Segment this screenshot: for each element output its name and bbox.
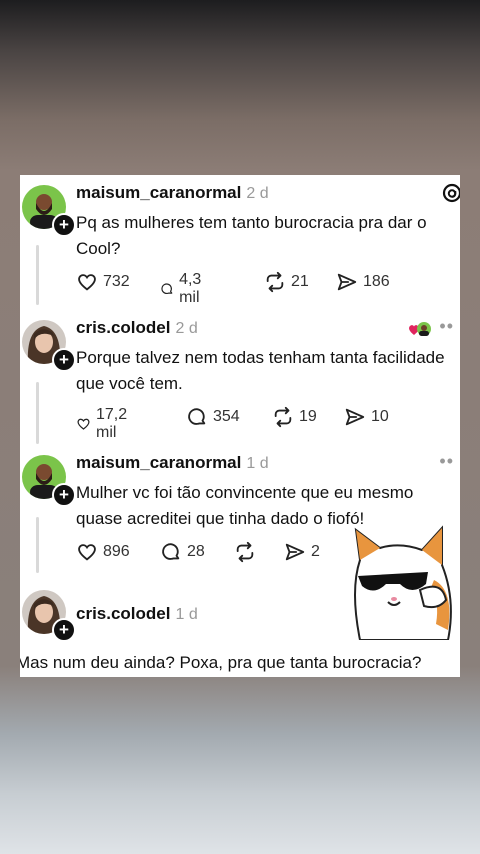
- repost-button[interactable]: [234, 541, 256, 563]
- threads-screenshot-card: + maisum_caranormal 2 d Pq as mulheres te…: [20, 175, 460, 677]
- share-count: 186: [363, 273, 390, 290]
- share-button[interactable]: 10: [344, 406, 389, 428]
- repost-icon: [266, 271, 284, 293]
- follow-plus-icon[interactable]: +: [52, 483, 76, 507]
- share-button[interactable]: 2: [284, 541, 320, 563]
- share-icon: [345, 408, 365, 426]
- post-text: Porque talvez nem todas tenham tanta fac…: [76, 348, 445, 393]
- comment-count: 354: [213, 408, 240, 425]
- avatar-maisum[interactable]: +: [22, 185, 76, 237]
- repost-count: 19: [299, 408, 317, 425]
- username-text[interactable]: maisum_caranormal: [76, 453, 241, 472]
- share-count: 10: [371, 408, 389, 425]
- heart-icon: [77, 418, 90, 430]
- post-time: 2 d: [175, 320, 198, 337]
- share-count: 2: [311, 543, 320, 560]
- like-button[interactable]: 17,2 mil: [76, 406, 134, 442]
- more-icon[interactable]: ••: [439, 451, 454, 472]
- thread-line: [36, 382, 39, 444]
- share-icon: [337, 273, 357, 291]
- repost-icon: [274, 406, 292, 428]
- comment-icon: [162, 543, 180, 560]
- repost-count: 21: [291, 273, 309, 290]
- comment-button[interactable]: 4,3 mil: [160, 271, 209, 307]
- comment-button[interactable]: 354: [186, 406, 240, 428]
- heart-icon: [78, 274, 96, 291]
- post-text: Pq as mulheres tem tanto burocracia pra …: [76, 213, 427, 258]
- post-time: 1 d: [246, 455, 269, 472]
- username-text[interactable]: cris.colodel: [76, 318, 170, 337]
- username-text[interactable]: cris.colodel: [76, 604, 170, 623]
- heart-icon: [78, 544, 96, 561]
- follow-plus-icon[interactable]: +: [52, 618, 76, 642]
- like-button[interactable]: 732: [76, 271, 130, 293]
- repost-icon: [236, 541, 254, 563]
- share-button[interactable]: 186: [336, 271, 390, 293]
- post-time: 1 d: [175, 606, 198, 623]
- sunglasses-cat-sticker: [354, 525, 452, 640]
- post-username[interactable]: cris.colodel 1 d: [76, 604, 198, 624]
- like-count: 732: [103, 273, 130, 290]
- post-text: Mas num deu ainda? Poxa, pra que tanta b…: [20, 653, 422, 672]
- post-time: 2 d: [246, 185, 269, 202]
- follow-plus-icon[interactable]: +: [52, 213, 76, 237]
- comment-icon: [161, 283, 173, 294]
- more-icon[interactable]: ••: [439, 316, 454, 337]
- threads-logo-icon[interactable]: [442, 183, 460, 203]
- comment-button[interactable]: 28: [160, 541, 205, 563]
- username-text[interactable]: maisum_caranormal: [76, 183, 241, 202]
- post-username[interactable]: maisum_caranormal 1 d: [76, 453, 269, 473]
- share-icon: [285, 543, 305, 561]
- like-count: 896: [103, 543, 130, 560]
- repost-button[interactable]: 19: [272, 406, 317, 428]
- post-username[interactable]: maisum_caranormal 2 d: [76, 183, 269, 203]
- comment-count: 28: [187, 543, 205, 560]
- like-count: 17,2 mil: [95, 406, 128, 441]
- like-button[interactable]: 896: [76, 541, 130, 563]
- avatar-maisum[interactable]: +: [22, 455, 76, 507]
- repost-button[interactable]: 21: [264, 271, 309, 293]
- comment-icon: [188, 408, 206, 425]
- reaction-avatars-icon: [409, 322, 431, 336]
- thread-line: [36, 245, 39, 305]
- follow-plus-icon[interactable]: +: [52, 348, 76, 372]
- avatar-cris[interactable]: +: [22, 590, 76, 642]
- avatar-cris[interactable]: +: [22, 320, 76, 372]
- post-username[interactable]: cris.colodel 2 d: [76, 318, 198, 338]
- comment-count: 4,3 mil: [179, 271, 202, 306]
- thread-line: [36, 517, 39, 573]
